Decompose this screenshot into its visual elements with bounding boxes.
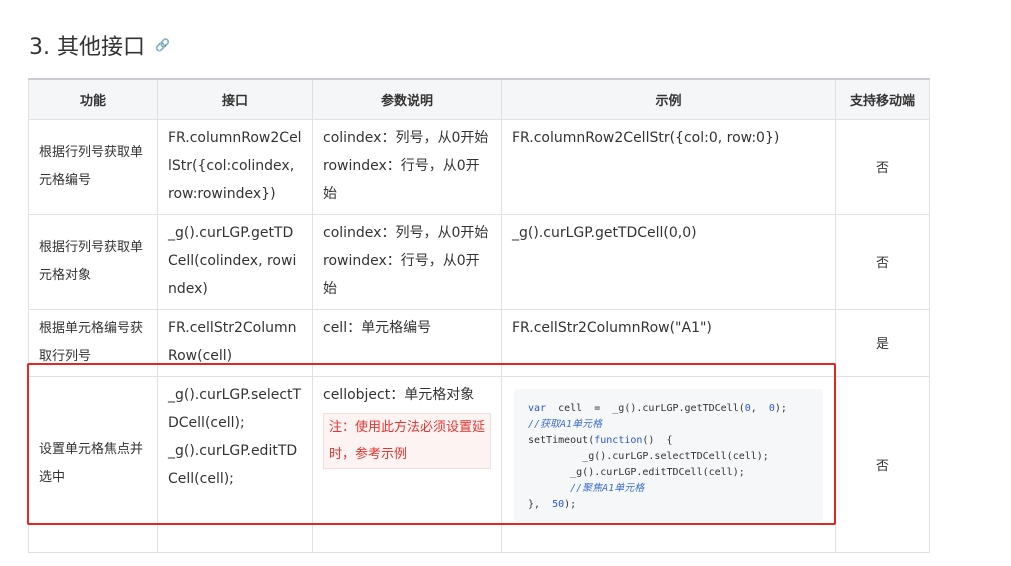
example-cell: _g().curLGP.getTDCell(0,0) xyxy=(501,213,836,310)
function-cell: 根据行列号获取单元格编号 xyxy=(28,118,158,215)
header-function: 功能 xyxy=(28,78,158,120)
header-example: 示例 xyxy=(501,78,836,120)
mobile-cell: 否 xyxy=(835,118,930,215)
table-row: 根据行列号获取单元格对象 _g().curLGP.getTDCell(colin… xyxy=(28,213,930,310)
code-keyword: var xyxy=(528,402,547,414)
link-icon[interactable]: 🔗 xyxy=(155,39,170,51)
params-cell: colindex：列号，从0开始 rowindex：行号，从0开始 xyxy=(312,118,502,215)
warning-note: 注：使用此方法必须设置延时，参考示例 xyxy=(323,412,491,469)
example-cell: FR.cellStr2ColumnRow("A1") xyxy=(501,308,836,377)
api-line: _g().curLGP.editTDCell(cell); xyxy=(168,442,298,487)
table-row: 设置单元格焦点并选中 _g().curLGP.selectTDCell(cell… xyxy=(28,375,930,553)
function-cell: 根据行列号获取单元格对象 xyxy=(28,213,158,310)
mobile-cell: 否 xyxy=(835,375,930,553)
code-text: () { xyxy=(642,434,673,446)
code-comment: //聚焦A1单元格 xyxy=(528,482,645,494)
param-line: colindex：列号，从0开始 xyxy=(323,224,489,241)
code-number: 50 xyxy=(552,498,565,510)
api-cell: _g().curLGP.getTDCell(colindex, rowindex… xyxy=(157,213,313,310)
mobile-cell: 否 xyxy=(835,213,930,310)
params-cell: cell：单元格编号 xyxy=(312,308,502,377)
code-comment: //获取A1单元格 xyxy=(528,418,603,430)
header-mobile: 支持移动端 xyxy=(835,78,930,120)
mobile-cell: 是 xyxy=(835,308,930,377)
table-row: 根据单元格编号获取行列号 FR.cellStr2ColumnRow(cell) … xyxy=(28,308,930,377)
section-title: 3. 其他接口 xyxy=(29,35,145,60)
api-cell: FR.cellStr2ColumnRow(cell) xyxy=(157,308,313,377)
table-header-row: 功能 接口 参数说明 示例 支持移动端 xyxy=(28,78,930,120)
example-cell: FR.columnRow2CellStr({col:0, row:0}) xyxy=(501,118,836,215)
param-line: colindex：列号，从0开始 xyxy=(323,129,489,146)
function-cell: 设置单元格焦点并选中 xyxy=(28,375,158,553)
param-line: rowindex：行号，从0开始 xyxy=(323,252,480,297)
code-text: ); xyxy=(564,498,577,510)
api-cell: _g().curLGP.selectTDCell(cell); _g().cur… xyxy=(157,375,313,553)
param-line: cell：单元格编号 xyxy=(323,319,432,336)
header-params: 参数说明 xyxy=(312,78,502,120)
table-row: 根据行列号获取单元格编号 FR.columnRow2CellStr({col:c… xyxy=(28,118,930,215)
header-api: 接口 xyxy=(157,78,313,120)
code-block: var cell = _g().curLGP.getTDCell(0, 0); … xyxy=(514,388,823,521)
code-text: _g().curLGP.editTDCell(cell); xyxy=(528,466,745,478)
section-heading: 3. 其他接口 🔗 xyxy=(29,28,170,62)
api-cell: FR.columnRow2CellStr({col:colindex, row:… xyxy=(157,118,313,215)
param-line: rowindex：行号，从0开始 xyxy=(323,157,480,202)
code-text: }, xyxy=(528,498,553,510)
code-text: _g().curLGP.selectTDCell(cell); xyxy=(528,450,769,462)
param-line: cellobject：单元格对象 xyxy=(323,386,475,403)
code-keyword: function xyxy=(594,434,643,446)
params-cell: colindex：列号，从0开始 rowindex：行号，从0开始 xyxy=(312,213,502,310)
code-text: setTimeout( xyxy=(528,434,595,446)
example-cell: var cell = _g().curLGP.getTDCell(0, 0); … xyxy=(501,375,836,553)
function-cell: 根据单元格编号获取行列号 xyxy=(28,308,158,377)
api-line: _g().curLGP.selectTDCell(cell); xyxy=(168,386,302,431)
api-table: 功能 接口 参数说明 示例 支持移动端 根据行列号获取单元格编号 FR.colu… xyxy=(28,78,930,553)
code-text: cell = _g().curLGP.getTDCell( xyxy=(546,402,745,414)
params-cell: cellobject：单元格对象 注：使用此方法必须设置延时，参考示例 xyxy=(312,375,502,553)
code-text: ); xyxy=(774,402,787,414)
code-text: , xyxy=(750,402,769,414)
